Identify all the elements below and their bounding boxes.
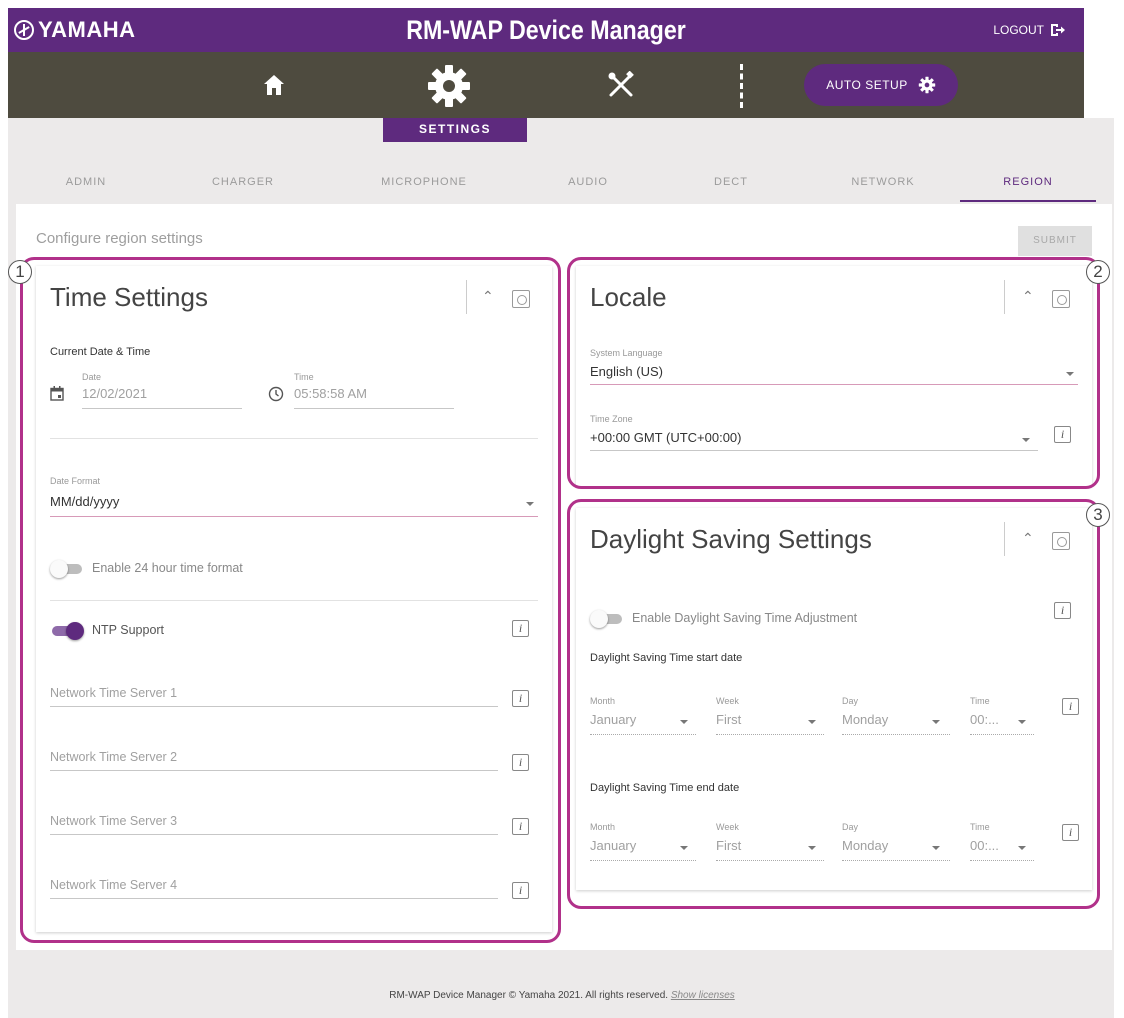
tab-network[interactable]: NETWORK [808,162,958,202]
tab-microphone[interactable]: MICROPHONE [334,162,514,202]
top-bar: RM-WAP Device Manager YAMAHA LOGOUT [8,8,1084,52]
logout-icon [1051,24,1065,36]
toolbar-divider [740,64,743,108]
app-title: RM-WAP Device Manager [406,15,686,45]
gear-icon [428,65,470,107]
brand-name: YAMAHA [38,17,136,42]
tools-button[interactable] [601,63,641,107]
yamaha-tuning-fork-icon [14,20,34,40]
submit-button[interactable]: SUBMIT [1018,226,1092,256]
brand-logo: YAMAHA [14,8,136,52]
tools-icon [608,71,634,97]
tab-admin[interactable]: ADMIN [18,162,154,202]
tab-charger[interactable]: CHARGER [168,162,318,202]
footer: RM-WAP Device Manager © Yamaha 2021. All… [0,990,1124,1001]
icon-toolbar: AUTO SETUP [8,52,1084,118]
callout-marker-3: 3 [1086,503,1110,527]
tab-audio[interactable]: AUDIO [528,162,648,202]
tab-region[interactable]: REGION [960,162,1096,202]
callout-box-3 [567,499,1100,909]
footer-copyright: RM-WAP Device Manager © Yamaha 2021. All… [389,990,669,1001]
home-button[interactable] [256,63,292,107]
page-description: Configure region settings [36,230,203,247]
settings-button[interactable] [421,58,477,114]
auto-setup-button[interactable]: AUTO SETUP [804,64,958,106]
callout-box-2 [567,257,1100,489]
region-tabs: ADMIN CHARGER MICROPHONE AUDIO DECT NETW… [18,162,1096,204]
callout-marker-1: 1 [8,260,32,284]
callout-marker-2: 2 [1086,260,1110,284]
gear-icon [918,76,935,94]
logout-label: LOGOUT [993,23,1044,37]
logout-button[interactable]: LOGOUT [993,8,1066,52]
callout-box-1 [20,257,561,943]
home-icon [264,75,284,95]
show-licenses-link[interactable]: Show licenses [671,990,735,1001]
tab-dect[interactable]: DECT [668,162,794,202]
auto-setup-label: AUTO SETUP [826,78,908,92]
active-section-label: SETTINGS [383,118,527,142]
